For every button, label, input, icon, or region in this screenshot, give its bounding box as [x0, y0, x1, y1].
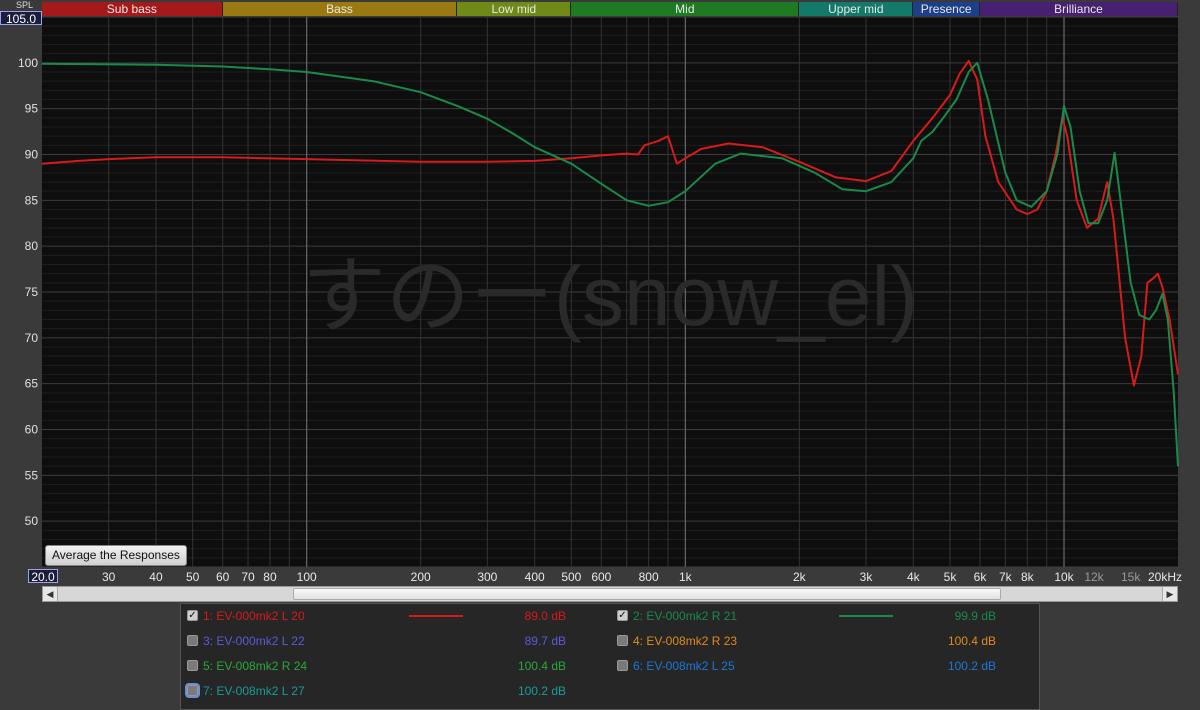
checkbox-icon[interactable]	[617, 660, 628, 671]
y-tick-label: 100	[18, 56, 38, 70]
legend-item[interactable]: 5: EV-008mk2 R 24 100.4 dB	[181, 655, 606, 677]
legend-value: 89.0 dB	[524, 609, 566, 623]
legend-value: 100.2 dB	[517, 684, 566, 698]
legend-line-swatch	[839, 615, 893, 617]
horizontal-scrollbar[interactable]: ◀ ▶	[42, 586, 1178, 602]
x-tick-label: 15k	[1121, 570, 1141, 584]
legend-panel: ✓ 1: EV-000mk2 L 20 89.0 dB ✓ 2: EV-000mk2 R…	[180, 603, 1040, 710]
average-responses-button[interactable]: Average the Responses	[45, 545, 187, 566]
checkbox-checked-icon[interactable]: ✓	[187, 610, 198, 621]
y-tick-label: 50	[25, 514, 39, 528]
legend-item[interactable]: 3: EV-000mk2 L 22 89.7 dB	[181, 630, 606, 652]
legend-label: 3: EV-000mk2 L 22	[203, 634, 305, 648]
x-tick-label: 7k	[999, 570, 1013, 584]
legend-line-swatch	[409, 615, 463, 617]
legend-value: 100.2 dB	[947, 659, 996, 673]
y-tick-label: 80	[25, 239, 39, 253]
checkbox-checked-icon[interactable]: ✓	[617, 610, 628, 621]
scroll-thumb[interactable]	[293, 588, 1001, 600]
x-tick-label: 3k	[860, 570, 874, 584]
y-tick-label: 65	[25, 377, 39, 391]
y-tick-label: 85	[25, 193, 39, 207]
y-tick-label: 70	[25, 331, 39, 345]
x-tick-label: 30	[102, 570, 116, 584]
frequency-response-chart: すのー(snow_el) 50 55 60 65 70 75 80 85 90 95 100 30 4…	[18, 16, 1182, 584]
x-tick-label: 80	[263, 570, 277, 584]
x-tick-labels: 30 40 50 60 70 80 100 200 300 400 500 600 800 1k 2k 3k 4…	[102, 570, 1182, 584]
x-tick-label: 400	[525, 570, 545, 584]
y-tick-label: 95	[25, 102, 39, 116]
y-tick-label: 90	[25, 148, 39, 162]
checkbox-icon[interactable]	[187, 660, 198, 671]
x-tick-label: 500	[561, 570, 581, 584]
x-tick-label: 60	[216, 570, 230, 584]
x-tick-label: 2k	[793, 570, 807, 584]
x-tick-label: 20kHz	[1148, 570, 1182, 584]
x-tick-label: 70	[241, 570, 255, 584]
x-tick-label: 8k	[1021, 570, 1035, 584]
x-tick-label: 10k	[1054, 570, 1074, 584]
checkbox-icon[interactable]	[185, 683, 200, 698]
scroll-right-arrow-icon[interactable]: ▶	[1162, 587, 1177, 601]
checkbox-icon[interactable]	[187, 635, 198, 646]
y-tick-label: 55	[25, 468, 39, 482]
legend-label: 4: EV-008mk2 R 23	[633, 634, 738, 648]
legend-item[interactable]: 7: EV-008mk2 L 27 100.2 dB	[181, 680, 606, 702]
legend-item[interactable]: 4: EV-008mk2 R 23 100.4 dB	[611, 630, 1036, 652]
y-tick-labels: 50 55 60 65 70 75 80 85 90 95 100	[18, 56, 38, 528]
legend-label: 1: EV-000mk2 L 20	[203, 609, 305, 623]
legend-label: 6: EV-008mk2 L 25	[633, 659, 735, 673]
legend-label: 2: EV-000mk2 R 21	[633, 609, 738, 623]
y-tick-label: 75	[25, 285, 39, 299]
legend-item[interactable]: 6: EV-008mk2 L 25 100.2 dB	[611, 655, 1036, 677]
legend-label: 7: EV-008mk2 L 27	[203, 684, 305, 698]
legend-value: 89.7 dB	[524, 634, 566, 648]
legend-value: 100.4 dB	[517, 659, 566, 673]
legend-item[interactable]: ✓ 2: EV-000mk2 R 21 99.9 dB	[611, 605, 1036, 627]
x-tick-label: 4k	[907, 570, 921, 584]
x-tick-label: 50	[186, 570, 200, 584]
checkbox-icon[interactable]	[617, 635, 628, 646]
x-tick-label: 600	[591, 570, 611, 584]
x-tick-label: 12k	[1084, 570, 1104, 584]
legend-item[interactable]: ✓ 1: EV-000mk2 L 20 89.0 dB	[181, 605, 606, 627]
y-tick-label: 60	[25, 423, 39, 437]
x-tick-label: 300	[477, 570, 497, 584]
watermark: すのー(snow_el)	[302, 249, 918, 343]
x-tick-label: 100	[297, 570, 317, 584]
legend-value: 99.9 dB	[954, 609, 996, 623]
legend-value: 100.4 dB	[947, 634, 996, 648]
x-tick-label: 5k	[944, 570, 958, 584]
legend-label: 5: EV-008mk2 R 24	[203, 659, 308, 673]
scroll-left-arrow-icon[interactable]: ◀	[43, 587, 58, 601]
x-tick-label: 6k	[974, 570, 988, 584]
x-tick-label: 40	[149, 570, 163, 584]
x-tick-label: 800	[639, 570, 659, 584]
x-tick-label: 200	[411, 570, 431, 584]
x-tick-label: 1k	[679, 570, 693, 584]
